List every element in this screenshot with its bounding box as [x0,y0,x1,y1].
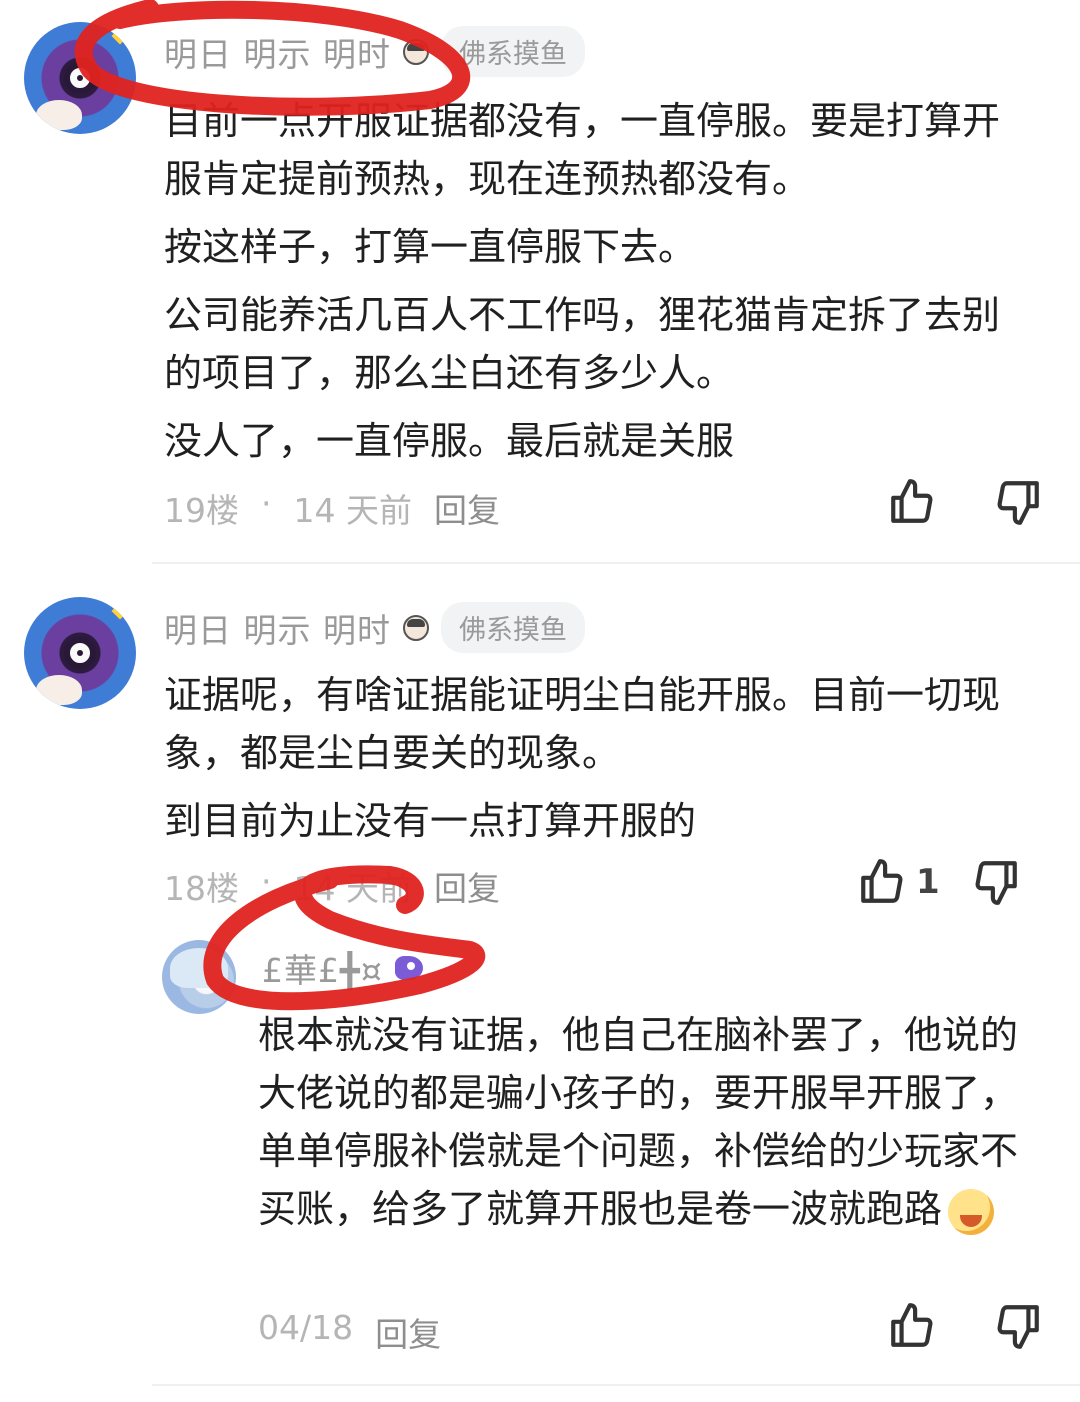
username[interactable]: 明日 明示 明时 [164,604,391,652]
reply-meta: 04/18 回复 [258,1308,441,1356]
sparkle-icon [111,27,129,45]
comment-time: 14 天前 [293,869,412,908]
comment-text: 目前一点开服证据都没有，一直停服。要是打算开服肯定提前预热，现在连预热都没有。 … [164,92,1024,480]
comment-meta: 19楼 · 14 天前 回复 [164,484,500,532]
comment-paragraph: 公司能养活几百人不工作吗，狸花猫肯定拆了去别的项目了，那么尘白还有多少人。 [164,293,1001,395]
comment-paragraph: 到目前为止没有一点打算开服的 [164,799,697,843]
user-mini-avatar-icon [402,614,429,641]
username[interactable]: 明日 明示 明时 [164,28,391,76]
floor-number: 19楼 [164,491,239,530]
dislike-button[interactable] [990,1298,1046,1354]
floor-number: 18楼 [164,869,239,908]
avatar-mascot [36,100,82,130]
reply-paragraph: 根本就没有证据，他自己在脑补罢了，他说的大佬说的都是骗小孩子的，要开服早开服了，… [258,1006,1020,1238]
comment-actions: 1 [854,854,1024,910]
reply-actions [884,1298,1046,1354]
comment-paragraph: 没人了，一直停服。最后就是关服 [164,419,735,463]
username-row: 明日 明示 明时 佛系摸鱼 [164,26,585,77]
grinning-emoji-icon [948,1188,995,1235]
dot-separator: · [261,484,272,523]
comment-time: 14 天前 [293,491,412,530]
user-avatar[interactable] [24,22,136,134]
divider [152,562,1080,564]
eye-icon [64,637,96,669]
thumbs-down-icon [997,481,1039,525]
reply-link[interactable]: 回复 [375,1308,441,1356]
reply-link[interactable]: 回复 [434,484,500,532]
username[interactable]: £華£╋¤ [262,944,383,992]
user-badge: 佛系摸鱼 [440,602,585,653]
dislike-button[interactable] [968,854,1024,910]
dislike-button[interactable] [990,474,1046,530]
comment-meta: 18楼 · 14 天前 回复 [164,862,500,910]
rocket-icon [394,956,423,980]
comment-paragraph: 证据呢，有啥证据能证明尘白能开服。目前一切现象，都是尘白要关的现象。 [164,673,1001,775]
thumbs-up-icon [891,1303,933,1347]
comment-text: 证据呢，有啥证据能证明尘白能开服。目前一切现象，都是尘白要关的现象。 到目前为止… [164,666,1024,860]
reply-link[interactable]: 回复 [434,862,500,910]
username-row: 明日 明示 明时 佛系摸鱼 [164,602,585,653]
reply-body: 根本就没有证据，他自己在脑补罢了，他说的大佬说的都是骗小孩子的，要开服早开服了，… [258,1013,1019,1231]
dot-separator: · [261,862,272,901]
user-badge: 佛系摸鱼 [440,26,585,77]
sparkle-icon [111,602,129,620]
like-button[interactable] [884,1298,940,1354]
thumbs-down-icon [997,1305,1039,1349]
username-row: £華£╋¤ [262,944,423,992]
like-button[interactable] [854,854,910,910]
reply-date: 04/18 [258,1308,354,1347]
user-avatar[interactable] [24,597,136,709]
like-button[interactable] [884,474,940,530]
user-mini-avatar-icon [402,38,429,65]
avatar-hair [170,948,228,988]
comment-actions [884,474,1046,530]
eye-icon [64,62,96,94]
reply-text: 根本就没有证据，他自己在脑补罢了，他说的大佬说的都是骗小孩子的，要开服早开服了，… [258,1006,1020,1248]
like-count: 1 [916,862,940,902]
thumbs-up-icon [861,859,903,903]
reply-user-avatar[interactable] [162,940,236,1014]
avatar-mascot [36,675,82,705]
thumbs-up-icon [891,479,933,523]
divider [152,1384,1080,1386]
thumbs-down-icon [975,861,1017,905]
comment-paragraph: 目前一点开服证据都没有，一直停服。要是打算开服肯定提前预热，现在连预热都没有。 [164,99,1001,201]
comment-paragraph: 按这样子，打算一直停服下去。 [164,225,697,269]
